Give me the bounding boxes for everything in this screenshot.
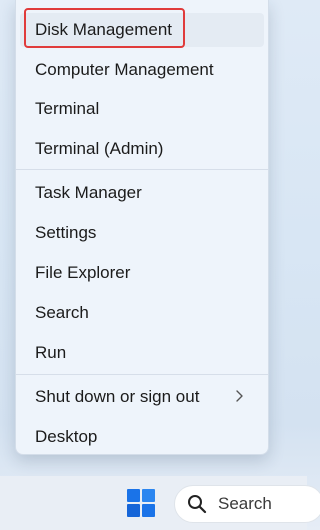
menu-item-task-manager[interactable]: Task Manager	[20, 176, 264, 210]
menu-item-disk-management[interactable]: Disk Management	[20, 13, 264, 47]
taskbar-search-box[interactable]: Search	[174, 485, 320, 523]
windows-logo-icon[interactable]	[126, 488, 156, 518]
menu-item-label: Task Manager	[35, 183, 142, 202]
menu-item-label: Settings	[35, 223, 97, 242]
menu-item-label: File Explorer	[35, 263, 131, 282]
quick-link-menu: Disk Management Computer Management Term…	[15, 0, 269, 455]
menu-item-label: Terminal (Admin)	[35, 139, 164, 158]
menu-item-label: Computer Management	[35, 60, 214, 79]
menu-item-search[interactable]: Search	[20, 296, 264, 330]
search-icon	[188, 495, 207, 514]
menu-item-terminal-admin[interactable]: Terminal (Admin)	[20, 132, 264, 166]
menu-item-settings[interactable]: Settings	[20, 216, 264, 250]
menu-item-terminal[interactable]: Terminal	[20, 92, 264, 126]
menu-divider	[16, 169, 268, 170]
menu-item-label: Shut down or sign out	[35, 387, 200, 406]
menu-item-label: Disk Management	[35, 20, 173, 39]
chevron-right-icon	[236, 390, 243, 402]
menu-item-computer-management[interactable]: Computer Management	[20, 53, 264, 87]
menu-item-desktop[interactable]: Desktop	[20, 420, 264, 454]
menu-item-shut-down-or-sign-out[interactable]: Shut down or sign out	[20, 380, 264, 414]
menu-item-file-explorer[interactable]: File Explorer	[20, 256, 264, 290]
menu-item-label: Search	[35, 303, 89, 322]
search-label: Search	[218, 494, 272, 513]
menu-item-label: Desktop	[35, 427, 98, 446]
menu-divider	[16, 374, 268, 375]
menu-item-run[interactable]: Run	[20, 336, 264, 370]
menu-item-label: Terminal	[35, 99, 100, 118]
menu-item-label: Run	[35, 343, 67, 362]
